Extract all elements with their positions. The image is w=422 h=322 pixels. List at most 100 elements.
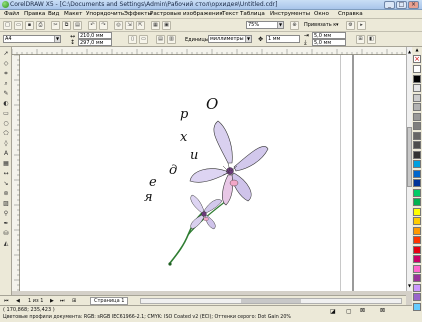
letter-ya[interactable]: я [144, 190, 153, 205]
page-tab[interactable]: Страница 1 [90, 297, 129, 305]
color-swatch[interactable] [413, 103, 421, 111]
application-launcher-icon[interactable]: ▦ [151, 21, 160, 30]
blend-tool-icon[interactable]: ⊚ [2, 190, 10, 197]
outline-tool-icon[interactable]: ✒ [2, 220, 10, 227]
horizontal-ruler[interactable] [12, 47, 406, 55]
fill-tool-icon[interactable]: ⛁ [2, 230, 10, 237]
color-swatch[interactable] [413, 245, 421, 254]
letter-o[interactable]: О [206, 95, 218, 113]
color-swatch[interactable] [413, 84, 421, 92]
copy-icon[interactable]: ⧉ [62, 21, 71, 30]
outline-indicator-icon[interactable]: ▢ [346, 308, 352, 315]
text-tool-icon[interactable]: A [2, 150, 10, 157]
fill-indicator-icon[interactable]: ◪ [330, 308, 336, 315]
next-page-icon[interactable]: ▶ [50, 298, 54, 304]
print-icon[interactable]: ⎙ [36, 21, 45, 30]
vertical-ruler[interactable] [12, 55, 20, 291]
snap-dropdown-arrow-icon[interactable]: ▾ [336, 22, 339, 28]
color-swatch[interactable] [413, 141, 421, 149]
palette-up-icon[interactable]: ▲ [413, 47, 421, 52]
letter-d[interactable]: д [169, 163, 177, 178]
color-swatch[interactable] [413, 226, 421, 235]
options-icon[interactable]: ⚙ [346, 21, 355, 30]
all-pages-icon[interactable]: ▤ [156, 35, 165, 44]
rectangle-tool-icon[interactable]: ▭ [2, 110, 10, 117]
welcome-screen-icon[interactable]: ▣ [162, 21, 171, 30]
menu-arrange[interactable]: Упорядочить [86, 11, 124, 17]
menu-text[interactable]: Текст [222, 11, 239, 17]
search-content-icon[interactable]: ◎ [114, 21, 123, 30]
letter-r[interactable]: р [180, 107, 188, 122]
color-swatch[interactable] [413, 264, 421, 273]
page-width-field[interactable]: 210,0 мм [78, 32, 112, 39]
menu-tools[interactable]: Инструменты [270, 11, 310, 17]
current-page-icon[interactable]: ▥ [167, 35, 176, 44]
color-swatch[interactable] [413, 179, 421, 187]
color-swatch[interactable] [413, 207, 421, 216]
drawing-canvas[interactable]: О р х и д е я [20, 55, 406, 291]
menu-file[interactable]: Файл [4, 11, 19, 17]
page-height-field[interactable]: 297,0 мм [78, 39, 112, 46]
zoom-icon[interactable]: ⊕ [290, 21, 299, 30]
menu-edit[interactable]: Правка [24, 11, 45, 17]
crop-tool-icon[interactable]: ⌗ [2, 70, 10, 77]
landscape-orientation-icon[interactable]: ▭ [139, 35, 148, 44]
prev-page-icon[interactable]: ◀ [16, 298, 20, 304]
snap-to-label[interactable]: Привязать к [304, 22, 336, 28]
color-swatch[interactable] [413, 217, 421, 225]
letter-e[interactable]: е [149, 175, 157, 190]
nudge-distance-field[interactable]: 1 мм [266, 35, 300, 43]
color-swatch[interactable] [413, 302, 421, 311]
color-swatch[interactable] [413, 65, 421, 73]
horizontal-scroll-thumb[interactable] [241, 299, 301, 303]
color-swatch[interactable] [413, 293, 421, 301]
paper-type-select[interactable]: A4 ▼ [3, 35, 61, 43]
connector-tool-icon[interactable]: ↘ [2, 180, 10, 187]
import-icon[interactable]: ⇲ [125, 21, 134, 30]
polygon-tool-icon[interactable]: ⬠ [2, 130, 10, 137]
redo-icon[interactable]: ↷ [99, 21, 108, 30]
document-color-profiles[interactable]: Цветовые профили документа: RGB: sRGB IE… [3, 315, 291, 320]
pick-tool-icon[interactable]: ➚ [2, 50, 10, 57]
export-icon[interactable]: ⇱ [136, 21, 145, 30]
color-swatch[interactable] [413, 236, 421, 244]
table-tool-icon[interactable]: ▦ [2, 160, 10, 167]
dimension-tool-icon[interactable]: ↔ [2, 170, 10, 177]
add-page-icon[interactable]: ⊞ [72, 298, 76, 304]
menu-layout[interactable]: Макет [64, 11, 82, 17]
maximize-button[interactable]: □ [396, 1, 407, 9]
cut-icon[interactable]: ✂ [51, 21, 60, 30]
units-select[interactable]: миллиметры ▼ [208, 35, 252, 43]
horizontal-scrollbar[interactable] [140, 298, 402, 304]
duplicate-distance-x-field[interactable]: 5,0 мм [312, 32, 346, 39]
color-swatch[interactable] [413, 112, 421, 121]
interactive-fill-tool-icon[interactable]: ◭ [2, 240, 10, 247]
portrait-orientation-icon[interactable]: ▯ [128, 35, 137, 44]
minimize-button[interactable]: _ [384, 1, 395, 9]
menu-bitmaps[interactable]: Растровые изображения [150, 11, 223, 17]
color-swatch[interactable] [413, 255, 421, 263]
menu-window[interactable]: Окно [314, 11, 329, 17]
color-swatch[interactable] [413, 74, 421, 83]
zoom-tool-icon[interactable]: ⌕ [2, 80, 10, 87]
paste-icon[interactable]: ▤ [73, 21, 82, 30]
duplicate-distance-y-field[interactable]: 5,0 мм [312, 39, 346, 46]
undo-icon[interactable]: ↶ [88, 21, 97, 30]
transparency-tool-icon[interactable]: ▨ [2, 200, 10, 207]
color-swatch[interactable] [413, 283, 421, 292]
letter-i[interactable]: и [190, 148, 198, 163]
new-document-icon[interactable]: □ [3, 21, 12, 30]
zoom-level-field[interactable]: 75% ▼ [246, 21, 284, 29]
freehand-tool-icon[interactable]: ✎ [2, 90, 10, 97]
units-options-icon[interactable]: ⊞ [356, 35, 365, 44]
no-color-swatch[interactable]: × [413, 55, 421, 63]
color-swatch[interactable] [413, 150, 421, 159]
close-button[interactable]: × [408, 1, 419, 9]
menu-effects[interactable]: Эффекты [124, 11, 152, 17]
menu-table[interactable]: Таблица [240, 11, 265, 17]
color-swatch[interactable] [413, 93, 421, 102]
shape-tool-icon[interactable]: ◇ [2, 60, 10, 67]
save-icon[interactable]: ▪ [25, 21, 34, 30]
basic-shapes-tool-icon[interactable]: ◊ [2, 140, 10, 147]
menu-view[interactable]: Вид [48, 11, 59, 17]
